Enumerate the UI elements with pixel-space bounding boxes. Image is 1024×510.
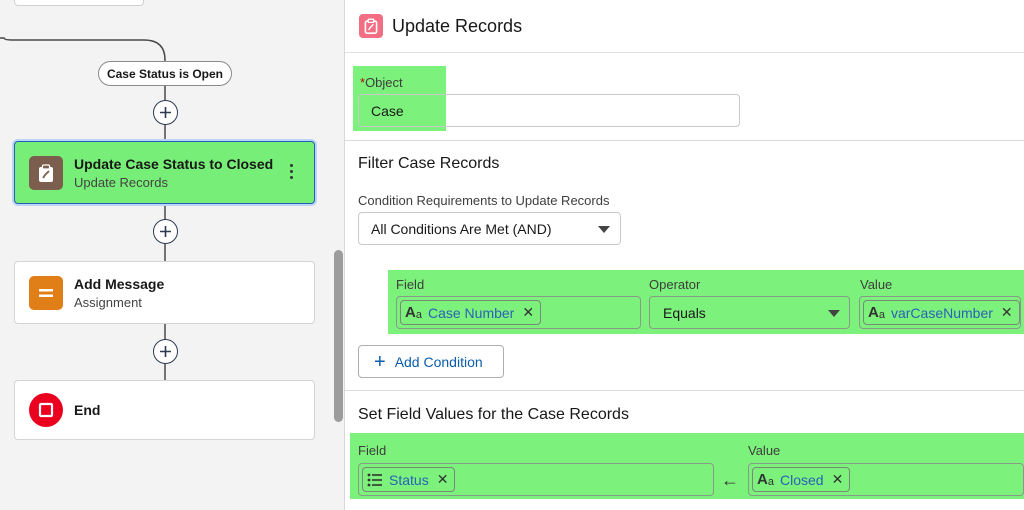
field-header: Field: [358, 443, 387, 458]
value-token[interactable]: Aa Closed ✕: [752, 467, 851, 492]
flow-canvas[interactable]: Case Status is Open Update Case Status t…: [0, 0, 345, 510]
flow-node-end[interactable]: End: [14, 380, 315, 440]
condition-requirements-select[interactable]: All Conditions Are Met (AND): [358, 212, 621, 245]
object-label: *Object: [360, 75, 403, 90]
text-type-icon: Aa: [757, 471, 774, 488]
stop-icon: [29, 393, 63, 427]
node-subtitle: Assignment: [74, 294, 142, 310]
panel-title: Update Records: [392, 15, 523, 36]
operator-select[interactable]: Equals: [649, 296, 850, 329]
section-divider: [345, 390, 1024, 391]
close-icon[interactable]: ✕: [1001, 304, 1013, 321]
filter-section-title: Filter Case Records: [358, 155, 500, 172]
equals-icon: [29, 275, 63, 310]
plus-icon: [160, 226, 171, 237]
filter-value-input[interactable]: Aa varCaseNumber ✕: [859, 296, 1021, 329]
field-token[interactable]: Aa Case Number ✕: [400, 300, 542, 325]
operator-header: Operator: [649, 277, 701, 292]
panel-header: Update Records: [345, 0, 1024, 53]
chevron-down-icon: [828, 310, 840, 317]
plus-icon: [160, 346, 171, 357]
text-type-icon: Aa: [405, 304, 422, 321]
canvas-scrollbar[interactable]: [334, 250, 343, 422]
add-element-button[interactable]: [153, 100, 178, 125]
field-token-label: Status: [389, 471, 429, 488]
value-token[interactable]: Aa varCaseNumber ✕: [863, 300, 1020, 325]
clipboard-icon: [359, 14, 383, 38]
plus-icon: +: [374, 350, 386, 373]
node-title: Add Message: [74, 275, 165, 292]
section-divider: [345, 140, 1024, 141]
value-header: Value: [748, 443, 781, 458]
decision-outcome-label[interactable]: Case Status is Open: [98, 61, 232, 86]
flow-node-update-records[interactable]: Update Case Status to Closed Update Reco…: [14, 141, 315, 204]
value-token-label: varCaseNumber: [890, 304, 993, 321]
field-token-label: Case Number: [427, 304, 515, 321]
more-actions-icon[interactable]: [288, 164, 294, 179]
add-element-button[interactable]: [153, 219, 178, 244]
node-title: Update Case Status to Closed: [74, 155, 274, 172]
set-field-input[interactable]: Status ✕: [358, 463, 714, 496]
node-subtitle: Update Records: [74, 174, 168, 190]
arrow-left-icon: ←: [721, 470, 739, 490]
object-input[interactable]: Case: [358, 94, 740, 127]
node-title: End: [74, 402, 101, 418]
value-token-label: Closed: [779, 471, 824, 488]
picklist-icon: [367, 473, 383, 487]
text-type-icon: Aa: [868, 304, 885, 321]
field-token[interactable]: Status ✕: [362, 467, 456, 492]
close-icon[interactable]: ✕: [522, 304, 534, 321]
add-condition-button[interactable]: + Add Condition: [358, 345, 504, 378]
set-value-input[interactable]: Aa Closed ✕: [748, 463, 1024, 496]
close-icon[interactable]: ✕: [437, 471, 449, 488]
set-values-section-title: Set Field Values for the Case Records: [358, 406, 629, 423]
close-icon[interactable]: ✕: [832, 471, 844, 488]
plus-icon: [160, 107, 171, 118]
operator-value: Equals: [663, 304, 706, 321]
filter-field-input[interactable]: Aa Case Number ✕: [396, 296, 641, 329]
clipboard-icon: [29, 155, 63, 190]
flow-node-assignment[interactable]: Add Message Assignment: [14, 261, 315, 324]
condition-requirements-label: Condition Requirements to Update Records: [358, 193, 610, 208]
value-header: Value: [860, 277, 893, 292]
chevron-down-icon: [598, 226, 610, 233]
add-element-button[interactable]: [153, 339, 178, 364]
properties-panel: Update Records *Object Case Filter Case …: [345, 0, 1024, 510]
field-header: Field: [396, 277, 425, 292]
